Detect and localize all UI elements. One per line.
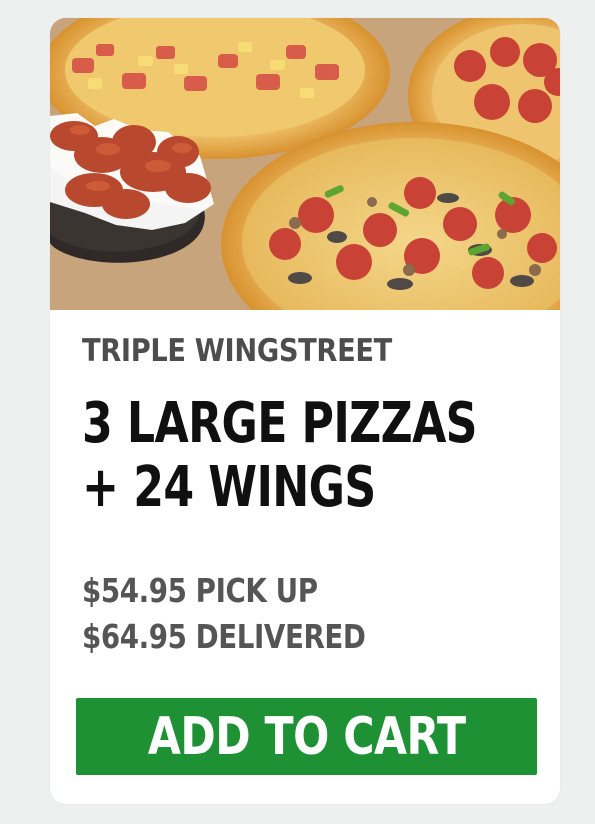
offer-prices: $54.95 PICK UP $64.95 DELIVERED <box>82 568 366 660</box>
add-to-cart-label: ADD TO CART <box>147 706 466 767</box>
offer-title: 3 LARGE PIZZAS + 24 WINGS <box>82 391 478 520</box>
promo-card: TRIPLE WINGSTREET 3 LARGE PIZZAS + 24 WI… <box>50 18 560 804</box>
pickup-price: $54.95 PICK UP <box>82 571 318 610</box>
offer-title-line-2: + 24 WINGS <box>82 455 376 520</box>
offer-subtitle: TRIPLE WINGSTREET <box>82 333 392 369</box>
offer-content: TRIPLE WINGSTREET 3 LARGE PIZZAS + 24 WI… <box>50 310 560 804</box>
add-to-cart-button[interactable]: ADD TO CART <box>76 698 537 775</box>
delivered-price: $64.95 DELIVERED <box>82 617 366 656</box>
pizza-and-wings-illustration <box>50 18 560 310</box>
food-hero-image <box>50 18 560 310</box>
offer-title-line-1: 3 LARGE PIZZAS <box>82 391 478 456</box>
